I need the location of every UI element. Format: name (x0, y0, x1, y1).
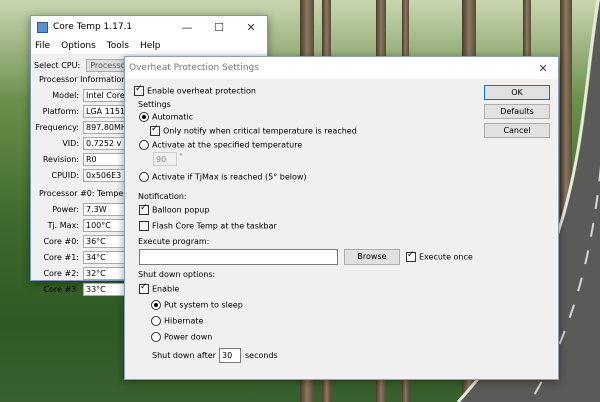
radio-empty-icon (139, 140, 149, 150)
coretemp-title: Core Temp 1.17.1 (53, 22, 133, 32)
hibernate-radio[interactable]: Hibernate (151, 316, 203, 326)
power-down-label: Power down (164, 332, 213, 342)
temp-label: Power: (52, 204, 79, 214)
temperature-unit: ° (179, 152, 183, 161)
radio-empty-icon (151, 332, 161, 342)
overheat-dialog: Overheat Protection Settings ✕ Enable ov… (124, 56, 559, 380)
temp-label: Core #2: (43, 268, 79, 278)
radio-selected-icon (139, 112, 149, 122)
shutdown-options-label: Shut down options: (138, 270, 216, 279)
checkbox-checked-icon (406, 250, 416, 262)
execute-program-input[interactable] (139, 249, 338, 265)
thermometer-icon (37, 21, 48, 33)
select-cpu-label: Select CPU: (34, 60, 81, 70)
only-notify-label: Only notify when critical temperature is… (163, 126, 357, 136)
radio-empty-icon (139, 172, 149, 182)
execute-once-label: Execute once (419, 252, 473, 262)
temp-label: Core #1: (43, 252, 79, 262)
menubar: File Options Tools Help (31, 38, 267, 54)
checkbox-checked-icon (150, 124, 160, 136)
activate-tjmax-radio[interactable]: Activate if TjMax is reached (5° below) (139, 172, 307, 182)
balloon-popup-label: Balloon popup (152, 205, 210, 215)
enable-protection-label: Enable overheat protection (147, 86, 256, 96)
menu-tools[interactable]: Tools (107, 41, 129, 51)
power-down-radio[interactable]: Power down (151, 332, 212, 342)
checkbox-checked-icon (139, 282, 149, 294)
dialog-titlebar[interactable]: Overheat Protection Settings ✕ (125, 57, 558, 79)
cancel-button[interactable]: Cancel (484, 123, 550, 138)
close-icon[interactable]: ✕ (235, 21, 267, 34)
flash-taskbar-checkbox[interactable]: Flash Core Temp at the taskbar (139, 221, 277, 231)
dialog-title: Overheat Protection Settings (129, 63, 259, 73)
activate-tjmax-label: Activate if TjMax is reached (5° below) (152, 172, 307, 182)
enable-protection-checkbox[interactable]: Enable overheat protection (134, 84, 256, 96)
execute-once-checkbox[interactable]: Execute once (406, 250, 473, 262)
coretemp-titlebar[interactable]: Core Temp 1.17.1 — ☐ ✕ (31, 16, 267, 38)
browse-button[interactable]: Browse (344, 249, 400, 265)
ok-button[interactable]: OK (484, 85, 550, 100)
hibernate-label: Hibernate (164, 316, 204, 326)
temperature-input[interactable]: 90 (153, 152, 177, 166)
activate-specified-radio[interactable]: Activate at the specified temperature (139, 140, 302, 150)
maximize-icon[interactable]: ☐ (203, 21, 235, 34)
checkbox-checked-icon (139, 203, 149, 215)
settings-label: Settings (138, 100, 171, 109)
info-label: CPUID: (51, 170, 79, 180)
balloon-popup-checkbox[interactable]: Balloon popup (139, 203, 210, 215)
info-label: Frequency: (35, 122, 79, 132)
sleep-label: Put system to sleep (164, 300, 243, 310)
automatic-label: Automatic (152, 112, 194, 122)
menu-file[interactable]: File (35, 41, 50, 51)
info-label: Revision: (42, 154, 79, 164)
temp-label: Tj. Max: (47, 220, 79, 230)
info-label: Model: (52, 90, 79, 100)
radio-empty-icon (151, 316, 161, 326)
shutdown-after-label: Shut down after (152, 351, 216, 360)
activate-specified-label: Activate at the specified temperature (152, 140, 303, 150)
info-label: VID: (62, 138, 79, 148)
shutdown-enable-checkbox[interactable]: Enable (139, 282, 180, 294)
defaults-button[interactable]: Defaults (484, 104, 550, 119)
seconds-label: seconds (245, 351, 278, 360)
sleep-radio[interactable]: Put system to sleep (151, 300, 243, 310)
automatic-radio[interactable]: Automatic (139, 112, 193, 122)
only-notify-checkbox[interactable]: Only notify when critical temperature is… (150, 124, 357, 136)
shutdown-enable-label: Enable (152, 284, 180, 294)
checkbox-checked-icon (134, 84, 144, 96)
info-label: Platform: (42, 106, 79, 116)
checkbox-empty-icon (139, 221, 149, 231)
close-icon[interactable]: ✕ (528, 62, 558, 75)
menu-options[interactable]: Options (61, 41, 96, 51)
flash-taskbar-label: Flash Core Temp at the taskbar (152, 221, 277, 231)
radio-selected-icon (151, 300, 161, 310)
execute-program-label: Execute program: (138, 237, 210, 246)
menu-help[interactable]: Help (140, 41, 161, 51)
minimize-icon[interactable]: — (171, 21, 203, 34)
shutdown-after-input[interactable]: 30 (219, 348, 241, 363)
notification-label: Notification: (138, 192, 187, 201)
temp-label: Core #3: (43, 284, 79, 294)
temp-label: Core #0: (43, 236, 79, 246)
